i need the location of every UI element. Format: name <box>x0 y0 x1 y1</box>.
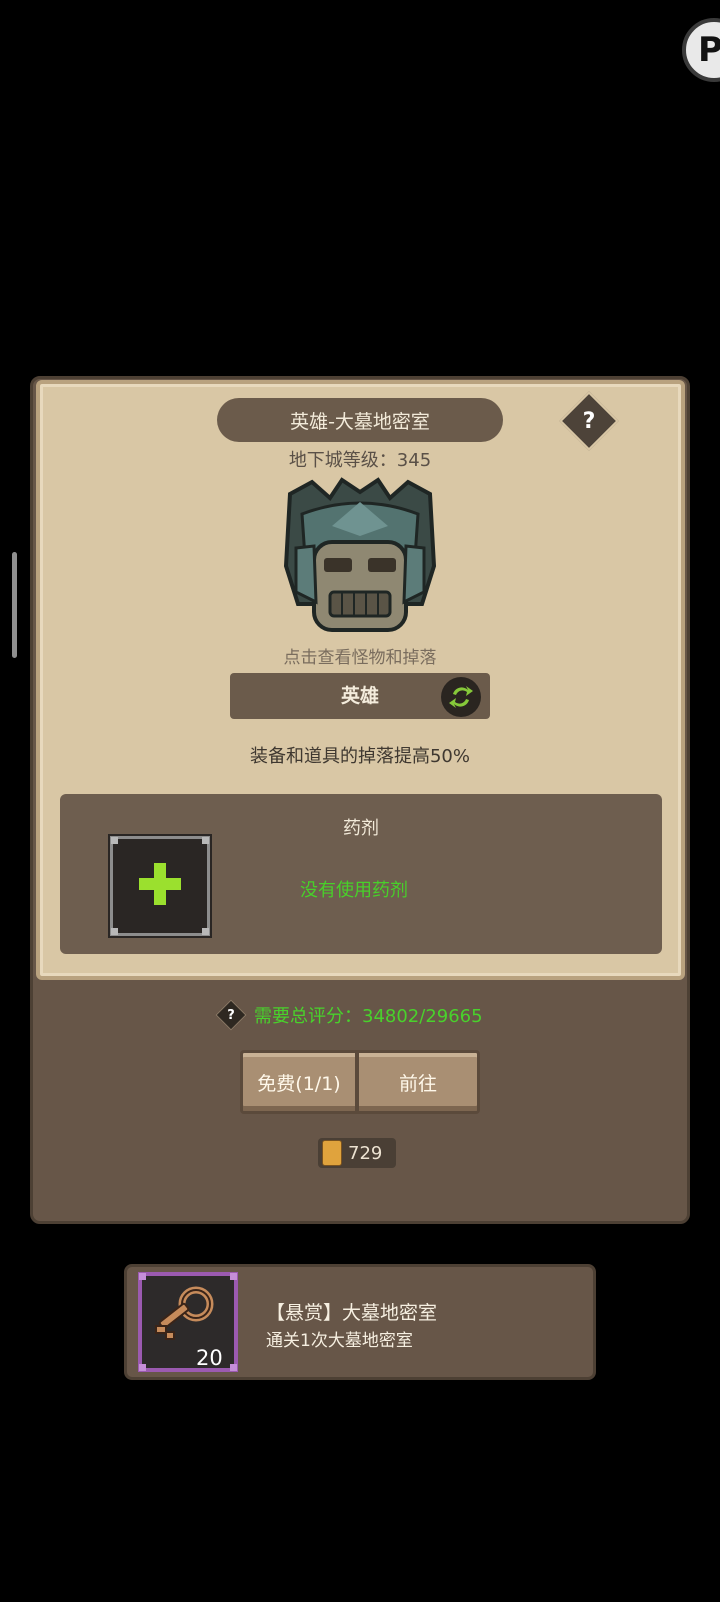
slot-corner <box>111 837 118 844</box>
dungeon-title: 英雄-大墓地密室 <box>217 398 503 442</box>
go-button[interactable]: 前往 <box>356 1050 480 1114</box>
side-drawer-handle[interactable] <box>12 552 17 658</box>
score-requirement: ? 需要总评分：34802/29665 <box>215 999 483 1031</box>
add-potion-slot[interactable] <box>108 834 212 938</box>
slot-corner <box>230 1364 237 1371</box>
question-icon: ? <box>582 408 596 434</box>
currency-badge: 729 <box>318 1138 396 1168</box>
currency-value: 729 <box>348 1142 383 1164</box>
reward-count: 20 <box>196 1346 223 1370</box>
monster-hint[interactable]: 点击查看怪物和掉落 <box>220 643 500 668</box>
slot-corner <box>202 928 209 935</box>
slot-corner <box>202 837 209 844</box>
p-logo-icon[interactable]: P <box>682 18 720 82</box>
score-requirement-text: 需要总评分：34802/29665 <box>254 1006 483 1027</box>
quest-description: 通关1次大墓地密室 <box>266 1331 413 1351</box>
key-icon <box>155 1286 214 1340</box>
quest-title: 【悬赏】大墓地密室 <box>266 1302 438 1324</box>
swap-difficulty-icon[interactable] <box>441 677 481 717</box>
skull-helmet-icon <box>283 477 437 632</box>
slot-corner <box>111 928 118 935</box>
slot-corner <box>139 1273 146 1280</box>
free-entry-button[interactable]: 免费(1/1) <box>240 1050 358 1114</box>
scroll-icon <box>322 1140 342 1166</box>
drop-bonus-text: 装备和道具的掉落提高50% <box>249 746 470 767</box>
dungeon-level: 地下城等级：345 <box>288 450 432 471</box>
slot-corner <box>139 1364 146 1371</box>
slot-corner <box>230 1273 237 1280</box>
score-help-icon[interactable]: ? <box>215 999 247 1031</box>
no-potion-text: 没有使用药剂 <box>300 880 408 901</box>
monster-portrait[interactable] <box>272 474 448 652</box>
plus-icon <box>139 863 181 905</box>
